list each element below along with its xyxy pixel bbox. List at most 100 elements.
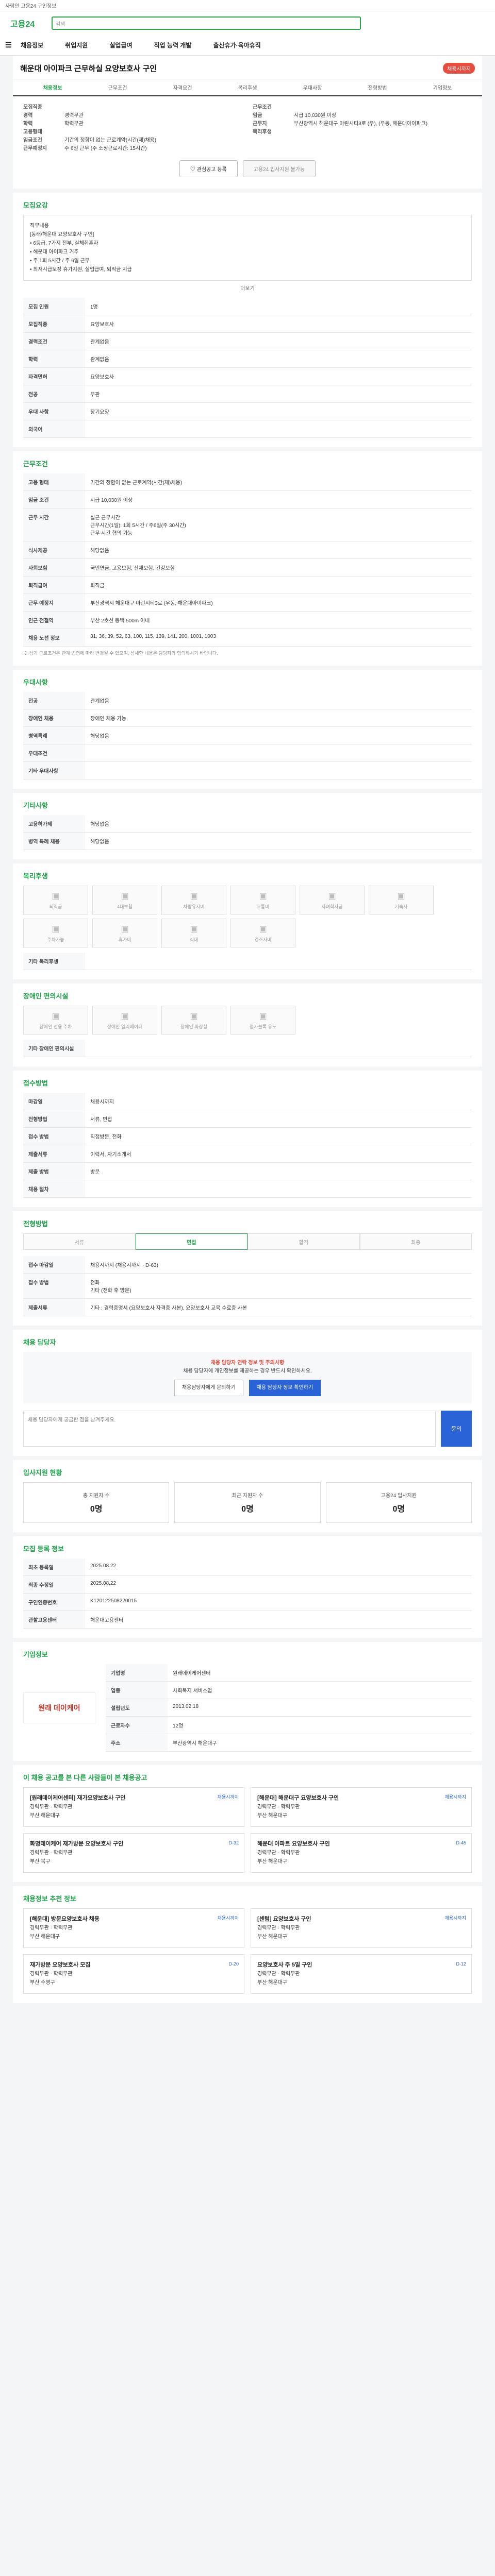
table-row: 인근 전철역 부산 2호선 동백 500m 이내 xyxy=(23,611,472,629)
table-row: 제출 방법 방문 xyxy=(23,1162,472,1180)
job-deadline: 채용시까지 xyxy=(217,1916,239,1921)
table-row: 관할고용센터 해운대고용센터 xyxy=(23,1611,472,1629)
scrap-button[interactable]: ♡ 관심공고 등록 xyxy=(179,160,238,177)
job-card[interactable]: [센텀] 요양보호사 구인 경력무관 · 학력무관 부산 해운대구 채용시까지 xyxy=(251,1908,472,1948)
row-value: 해운대고용센터 xyxy=(85,1611,472,1629)
job-title[interactable]: 화명데이케어 재가방문 요양보호사 구인 xyxy=(30,1840,238,1849)
more-button[interactable]: 더보기 xyxy=(23,281,472,292)
tab-qual[interactable]: 자격요건 xyxy=(150,79,215,95)
company-logo: 원래 데이케어 xyxy=(23,1692,95,1723)
summary-key: 학력 xyxy=(23,121,33,127)
row-key: 퇴직급여 xyxy=(23,576,85,594)
status-card-value: 0명 xyxy=(241,1505,254,1514)
job-card[interactable]: 화명데이케어 재가방문 요양보호사 구인 경력무관 · 학력무관 부산 북구 D-32 xyxy=(23,1833,244,1873)
summary-value: 시급 10,030원 이상 xyxy=(294,113,337,118)
table-row: 제출서류 이력서, 자기소개서 xyxy=(23,1145,472,1163)
disability-etc-value xyxy=(85,1040,472,1057)
job-title[interactable]: [해운대] 방문요양보호사 채용 xyxy=(30,1915,238,1924)
row-key: 모집직종 xyxy=(23,315,85,333)
table-row: 식사제공 해당없음 xyxy=(23,541,472,559)
company-table: 기업명 원래데이케어센터 업종 사회복지 서비스업 설립년도 2013.02.18 근로자수… xyxy=(106,1664,472,1752)
status-card-label: 총 지원자 수 xyxy=(82,1493,110,1499)
row-key: 임금 조건 xyxy=(23,490,85,509)
summary-key: 근무조건 xyxy=(253,105,272,110)
agent-info-button[interactable]: 채용 담당자 정보 확인하기 xyxy=(249,1380,321,1396)
row-key: 전공 xyxy=(23,692,85,709)
search-input[interactable]: 검색 xyxy=(52,16,361,30)
row-value: 부산광역시 해운대구 xyxy=(168,1734,472,1752)
row-value: 2025.08.22 xyxy=(85,1575,472,1594)
row-value: 해당없음 xyxy=(85,726,472,744)
question-input[interactable] xyxy=(23,1411,436,1447)
row-key: 경력조건 xyxy=(23,332,85,350)
row-value: 이력서, 자기소개서 xyxy=(85,1145,472,1163)
job-location: 부산 해운대구 xyxy=(257,1813,287,1819)
tab-work[interactable]: 근무조건 xyxy=(85,79,150,95)
feature-item: ▣ 경조사비 xyxy=(230,919,295,947)
agent-inquiry-button[interactable]: 채용담당자에게 문의하기 xyxy=(174,1380,243,1396)
nav-item-training[interactable]: 직업 능력 개발 xyxy=(154,41,192,49)
row-key: 근무 예정지 xyxy=(23,594,85,612)
job-title[interactable]: [원래데이케어센터] 재가요양보호사 구인 xyxy=(30,1794,238,1803)
tab-welfare[interactable]: 복리후생 xyxy=(215,79,280,95)
job-card[interactable]: 재가방문 요양보호사 모집 경력무관 · 학력무관 부산 수영구 D-20 xyxy=(23,1954,244,1994)
row-key: 채용 노선 정보 xyxy=(23,629,85,647)
table-row: 주소 부산광역시 해운대구 xyxy=(106,1734,472,1752)
job-card[interactable]: [해운대] 해운대구 요양보호사 구인 경력무관 · 학력무관 부산 해운대구 채용시… xyxy=(251,1787,472,1827)
job-title[interactable]: 재가방문 요양보호사 모집 xyxy=(30,1961,238,1970)
job-card[interactable]: [해운대] 방문요양보호사 채용 경력무관 · 학력무관 부산 해운대구 채용시까지 xyxy=(23,1908,244,1948)
table-row: 근무 시간 실근 근무시간 근무시간(1일): 1회 5시간 / 주6일(주 30… xyxy=(23,508,472,541)
job-title[interactable]: 해운대 아파트 요양보호사 구인 xyxy=(257,1840,465,1849)
row-value: 무관 xyxy=(85,385,472,403)
agent-title: 채용 담당자 xyxy=(23,1338,56,1346)
job-title[interactable]: [센텀] 요양보호사 구인 xyxy=(257,1915,465,1924)
detail-section: 모집요강 직무내용 [동래/해운대 요양보호사 구인] • 6등급, 7가지 전부,… xyxy=(13,193,482,451)
job-card[interactable]: 해운대 아파트 요양보호사 구인 경력무관 · 학력무관 부산 해운대구 D-45 xyxy=(251,1833,472,1873)
job-card[interactable]: [원래데이케어센터] 재가요양보호사 구인 경력무관 · 학력무관 부산 해운대구 채… xyxy=(23,1787,244,1827)
nav-item-leave[interactable]: 출산휴가·육아휴직 xyxy=(213,41,260,49)
job-card[interactable]: 요양보호사 주 5일 구인 경력무관 · 학력무관 부산 해운대구 D-12 xyxy=(251,1954,472,1994)
recruit-table: 모집 인원 1명 모집직종 요양보호사 경력조건 관계없음 학력 관계없음 자격면허 요양보호사 전… xyxy=(23,298,472,438)
apply-button[interactable]: 고용24 입사지원 불가능 xyxy=(242,160,316,177)
summary-row: 임금 시급 10,030원 이상 xyxy=(253,112,472,120)
job-title[interactable]: 요양보호사 주 5일 구인 xyxy=(257,1961,465,1970)
tab-recruit[interactable]: 채용정보 xyxy=(20,79,85,95)
summary-row: 모집직종 xyxy=(23,104,242,112)
row-key: 제출서류 xyxy=(23,1145,85,1163)
table-row: 모집 인원 1명 xyxy=(23,298,472,315)
site-logo[interactable]: 고용24 xyxy=(10,17,52,29)
nearby-jobs: [해운대] 방문요양보호사 채용 경력무관 · 학력무관 부산 해운대구 채용시까지[… xyxy=(23,1908,472,1994)
job-meta: 경력무관 · 학력무관 xyxy=(257,1850,300,1856)
tab-process[interactable]: 전형방법 xyxy=(345,79,410,95)
feature-label: 장애인 엘리베이터 xyxy=(107,1024,143,1029)
nav-item-jobs[interactable]: 채용정보 xyxy=(21,41,43,49)
feature-item: ▣ 휴가비 xyxy=(92,919,157,947)
job-deadline: 채용시까지 xyxy=(217,1794,239,1800)
table-row: 임금 조건 시급 10,030원 이상 xyxy=(23,490,472,509)
detail-title: 모집요강 xyxy=(23,201,48,209)
nav-item-support[interactable]: 취업지원 xyxy=(65,41,88,49)
job-title[interactable]: [해운대] 해운대구 요양보호사 구인 xyxy=(257,1794,465,1803)
feature-item: ▣ 점자블록 유도 xyxy=(230,1006,295,1035)
menu-icon[interactable]: ☰ xyxy=(5,41,13,49)
feature-item: ▣ 장애인 엘리베이터 xyxy=(92,1006,157,1035)
row-key: 근로자수 xyxy=(106,1716,168,1734)
summary-right: 근무조건 임금 시급 10,030원 이상 근무지 부산광역시 해운대구 마린시티3로 … xyxy=(253,104,472,153)
table-row: 전공 무관 xyxy=(23,385,472,403)
tab-prefer[interactable]: 우대사항 xyxy=(280,79,345,95)
job-meta: 경력무관 · 학력무관 xyxy=(30,1925,73,1931)
table-row: 고용허가제 해당없음 xyxy=(23,815,472,833)
detail-line: [동래/해운대 요양보호사 구인] xyxy=(30,232,94,238)
feature-icon: ▣ xyxy=(259,924,267,934)
feature-label: 주차가능 xyxy=(47,937,64,942)
nav-item-benefit[interactable]: 실업급여 xyxy=(109,41,132,49)
table-row: 근무 예정지 부산광역시 해운대구 마린시티3로 (우동, 해운대아이파크) xyxy=(23,594,472,612)
tab-company[interactable]: 기업정보 xyxy=(410,79,475,95)
row-value: 관계없음 xyxy=(85,350,472,368)
method-label: 접수 방법 xyxy=(23,1273,85,1299)
job-deadline: D-32 xyxy=(228,1840,239,1845)
row-value: 해당없음 xyxy=(85,815,472,833)
question-submit-button[interactable]: 문의 xyxy=(441,1411,472,1447)
row-value xyxy=(85,1180,472,1198)
row-value: 관계없음 xyxy=(85,692,472,709)
